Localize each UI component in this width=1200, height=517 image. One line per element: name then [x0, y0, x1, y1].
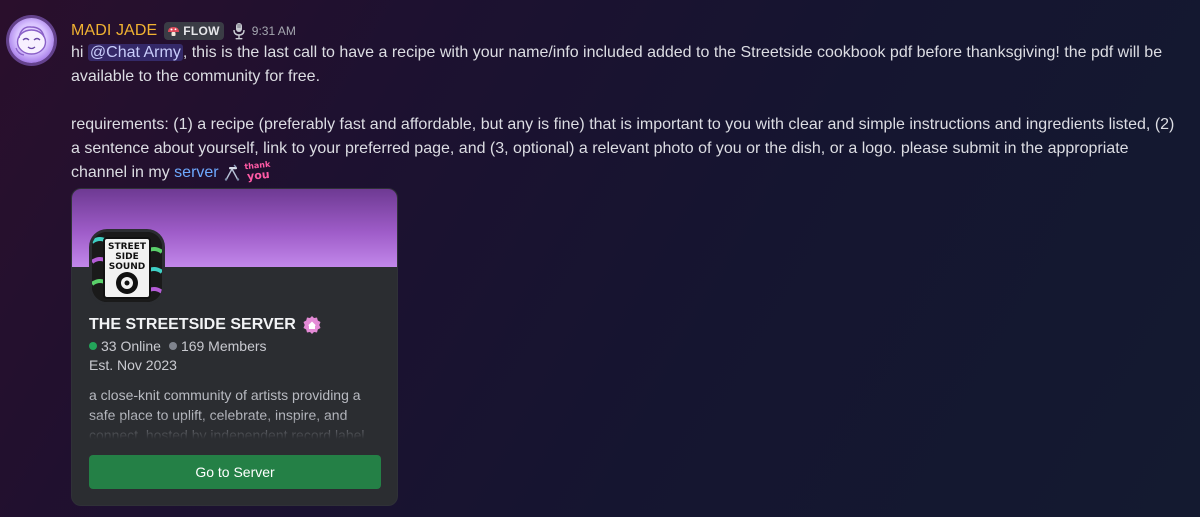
- established-date: Est. Nov 2023: [89, 357, 177, 373]
- walker-emoji-icon: [224, 164, 239, 181]
- server-description: a close-knit community of artists provid…: [89, 387, 365, 439]
- chat-message: MADI JADE FLOW 9:31 AM hi @Chat Army, th…: [0, 0, 1200, 517]
- message-header: MADI JADE FLOW 9:31 AM: [71, 20, 296, 42]
- streetside-sound-logo: STREET SIDE SOUND: [92, 232, 162, 302]
- username[interactable]: MADI JADE: [71, 22, 157, 40]
- text-hi: hi: [71, 44, 88, 61]
- logo-line-3: SOUND: [109, 262, 145, 272]
- message-paragraph-1: hi @Chat Army, this is the last call to …: [71, 41, 1186, 89]
- server-invite-card: STREET SIDE SOUND THE STREETSIDE SERVER …: [71, 188, 398, 506]
- server-name-text: THE STREETSIDE SERVER: [89, 316, 296, 333]
- logo-line-1: STREET: [108, 242, 147, 252]
- server-tag[interactable]: FLOW: [164, 22, 224, 40]
- mushroom-tag-icon: [168, 26, 180, 36]
- online-dot: [89, 342, 97, 350]
- avatar-character-icon: [15, 26, 47, 56]
- members-dot: [168, 342, 177, 350]
- message-paragraph-2: requirements: (1) a recipe (preferably f…: [71, 113, 1186, 185]
- online-count: 33 Online: [89, 338, 161, 354]
- server-icon[interactable]: STREET SIDE SOUND: [89, 229, 165, 305]
- server-link[interactable]: server: [174, 164, 218, 181]
- server-tag-label: FLOW: [183, 24, 220, 38]
- microphone-role-icon[interactable]: [232, 22, 246, 40]
- text-announcement: , this is the last call to have a recipe…: [71, 44, 1163, 85]
- invite-stats: 33 Online 169 Members: [89, 338, 275, 354]
- thank-you-bottom: you: [246, 167, 270, 184]
- member-count: 169 Members: [168, 338, 267, 354]
- thank-you-emoji: thank you: [244, 160, 272, 184]
- avatar[interactable]: [9, 18, 54, 63]
- logo-line-2: SIDE: [115, 252, 138, 262]
- boost-badge-icon[interactable]: [302, 315, 322, 335]
- role-mention[interactable]: @Chat Army: [87, 44, 183, 61]
- go-to-server-button[interactable]: Go to Server: [89, 455, 381, 489]
- online-text: 33 Online: [101, 338, 161, 354]
- message-content: hi @Chat Army, this is the last call to …: [71, 41, 1186, 185]
- invite-server-name: THE STREETSIDE SERVER: [89, 315, 322, 335]
- timestamp[interactable]: 9:31 AM: [252, 24, 296, 38]
- members-text: 169 Members: [180, 338, 267, 354]
